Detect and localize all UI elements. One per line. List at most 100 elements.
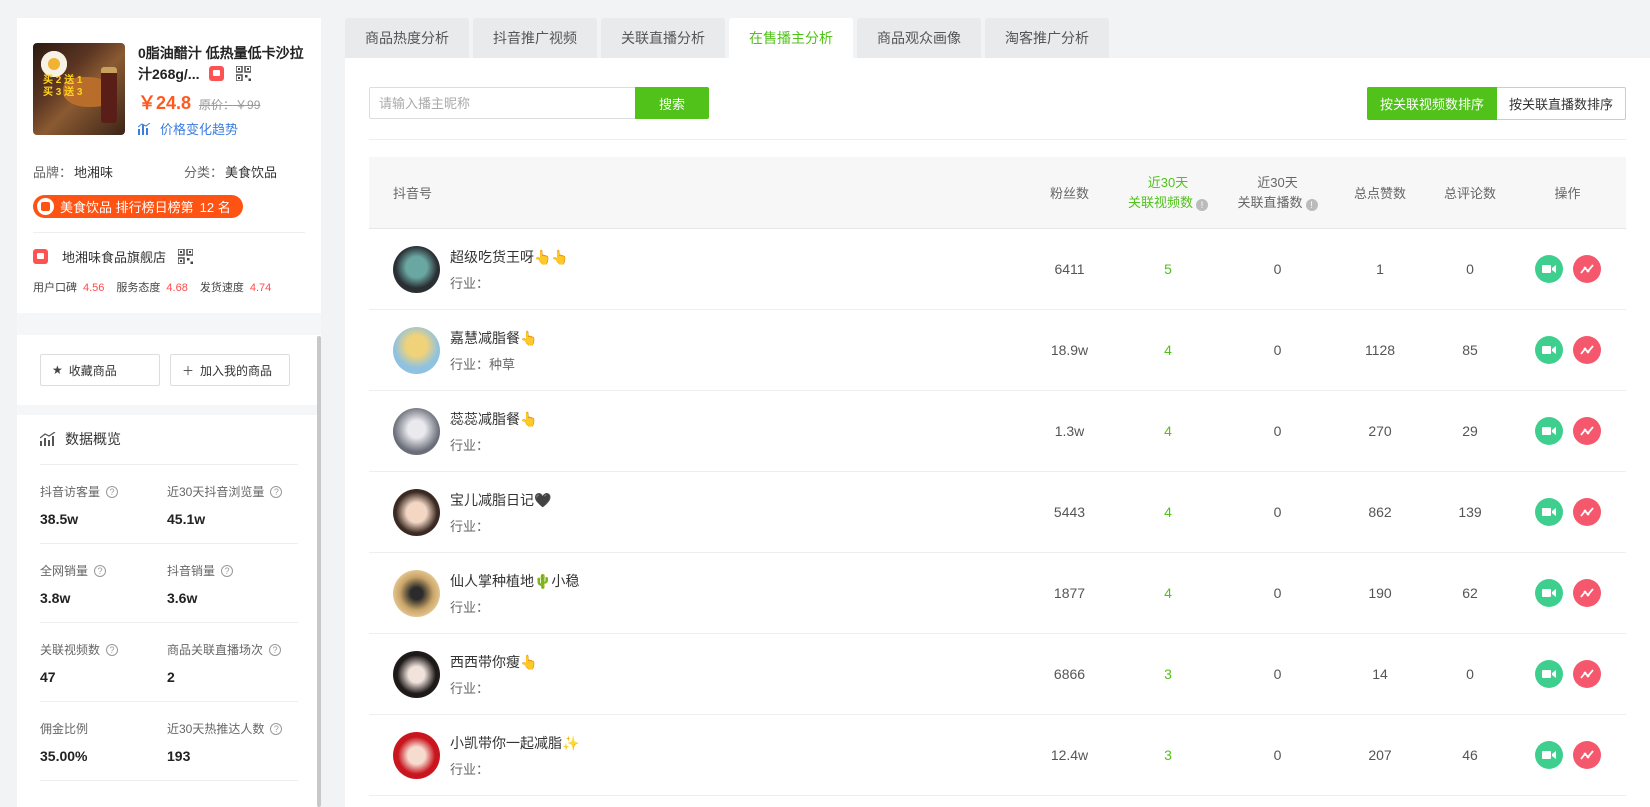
streamer-name[interactable]: 宝儿减脂日记🖤 xyxy=(450,490,551,510)
streamer-name[interactable]: 西西带你瘦👆 xyxy=(450,652,537,672)
trend-button[interactable] xyxy=(1572,336,1601,364)
thumbnail-promo: 买 2 送 1 买 3 送 3 xyxy=(43,75,83,98)
video-button[interactable] xyxy=(1534,498,1563,526)
video-icon xyxy=(1541,508,1556,516)
trend-line-icon xyxy=(1579,345,1594,355)
add-product-button[interactable]: ＋加入我的商品 xyxy=(170,354,290,386)
trend-button[interactable] xyxy=(1572,498,1601,526)
trend-line-icon xyxy=(1579,264,1594,274)
streamer-search-input[interactable] xyxy=(369,87,635,119)
video-icon xyxy=(1541,346,1556,354)
product-price: ￥24.8 xyxy=(138,93,192,113)
analysis-tabs: 商品热度分析 抖音推广视频 关联直播分析 在售播主分析 商品观众画像 淘客推广分… xyxy=(345,18,1113,58)
bag-icon xyxy=(37,198,54,215)
video-button[interactable] xyxy=(1534,336,1563,364)
trend-button[interactable] xyxy=(1572,741,1601,769)
category-value: 美食饮品 xyxy=(225,165,278,180)
streamer-name[interactable]: 仙人掌种植地🌵小稳 xyxy=(450,571,579,591)
table-row: 西西带你瘦👆 行业： 6866 3 0 14 0 xyxy=(369,634,1626,715)
help-icon[interactable]: ? xyxy=(106,485,119,498)
product-title[interactable]: 0脂油醋汁 低热量低卡沙拉汁268g/... xyxy=(138,43,308,85)
streamer-name[interactable]: 超级吃货王呀👆👆 xyxy=(450,247,569,267)
trend-line-icon xyxy=(1579,669,1594,679)
favorite-button[interactable]: ★ 收藏商品 xyxy=(40,354,160,386)
product-card: 买 2 送 1 买 3 送 3 0脂油醋汁 低热量低卡沙拉汁268g/... ￥… xyxy=(17,18,321,138)
search-bar: 搜索 xyxy=(369,87,709,119)
avatar[interactable] xyxy=(393,650,440,698)
trend-line-icon xyxy=(1579,750,1594,760)
video-button[interactable] xyxy=(1534,660,1563,688)
trend-line-icon xyxy=(1579,507,1594,517)
help-icon[interactable]: ? xyxy=(270,722,283,735)
help-icon[interactable]: ? xyxy=(221,564,234,577)
avatar[interactable] xyxy=(393,326,440,374)
table-row: 蕊蕊减脂餐👆 行业： 1.3w 4 0 270 29 xyxy=(369,391,1626,472)
tab-promo-videos[interactable]: 抖音推广视频 xyxy=(473,18,597,58)
overview-title: 数据概览 xyxy=(17,415,321,449)
video-button[interactable] xyxy=(1534,255,1563,283)
avatar[interactable] xyxy=(393,731,440,779)
video-button[interactable] xyxy=(1534,417,1563,445)
video-icon xyxy=(1541,427,1556,435)
help-icon[interactable]: ? xyxy=(269,643,282,656)
streamer-name[interactable]: 小凯带你一起减脂✨ xyxy=(450,733,579,753)
streamer-analysis-panel: 搜索 按关联视频数排序 按关联直播数排序 抖音号 粉丝数 近30天关联视频数! … xyxy=(345,58,1650,807)
trend-button[interactable] xyxy=(1572,417,1601,445)
info-icon[interactable]: ! xyxy=(1196,198,1208,211)
shop-name: 地湘味食品旗舰店 xyxy=(62,250,167,265)
table-header: 抖音号 粉丝数 近30天 关联视频数! 近30天 关联直播数! 总点赞数 总评论数 … xyxy=(369,157,1626,229)
table-row: 宝儿减脂日记🖤 行业： 5443 4 0 862 139 xyxy=(369,472,1626,553)
table-row: 仙人掌种植地🌵小稳 行业： 1877 4 0 190 62 xyxy=(369,553,1626,634)
avatar[interactable] xyxy=(393,569,440,617)
star-icon: ★ xyxy=(52,363,63,377)
trend-button[interactable] xyxy=(1572,255,1601,283)
qrcode-icon[interactable] xyxy=(236,66,252,81)
sort-by-live-button[interactable]: 按关联直播数排序 xyxy=(1496,87,1626,120)
trend-line-icon xyxy=(1579,426,1594,436)
product-panel: 买 2 送 1 买 3 送 3 0脂油醋汁 低热量低卡沙拉汁268g/... ￥… xyxy=(17,18,321,807)
plus-icon: ＋ xyxy=(182,363,195,378)
header-lives[interactable]: 近30天 关联直播数! xyxy=(1226,173,1329,213)
video-icon xyxy=(1541,751,1556,759)
sort-by-video-button[interactable]: 按关联视频数排序 xyxy=(1366,87,1497,120)
trend-line-icon xyxy=(1579,588,1594,598)
streamer-name[interactable]: 蕊蕊减脂餐👆 xyxy=(450,409,537,429)
tab-streamer-analysis[interactable]: 在售播主分析 xyxy=(729,18,853,58)
header-videos[interactable]: 近30天 关联视频数! xyxy=(1110,173,1226,213)
stats-icon xyxy=(40,432,56,446)
tab-heat-analysis[interactable]: 商品热度分析 xyxy=(345,18,469,58)
video-icon xyxy=(1541,589,1556,597)
table-row: 小凯带你一起减脂✨ 行业： 12.4w 3 0 207 46 xyxy=(369,715,1626,796)
video-icon xyxy=(1541,670,1556,678)
original-price: 原价：￥99 xyxy=(199,98,261,112)
panel-scrollbar[interactable] xyxy=(317,336,321,807)
shop-icon xyxy=(33,249,48,264)
shop-scores: 用户口碑 4.56 服务态度 4.68 发货速度 4.74 xyxy=(33,282,272,294)
price-trend-link[interactable]: 价格变化趋势 xyxy=(138,119,308,138)
overview-stats: 抖音访客量? 38.5w 近30天抖音浏览量? 45.1w 全网销量? 3.8w 抖音… xyxy=(17,465,321,781)
help-icon[interactable]: ? xyxy=(94,564,107,577)
streamer-name[interactable]: 嘉慧减脂餐👆 xyxy=(450,328,537,348)
tab-audience-profile[interactable]: 商品观众画像 xyxy=(857,18,981,58)
qrcode-icon[interactable] xyxy=(178,249,194,264)
help-icon[interactable]: ? xyxy=(106,643,119,656)
shop-name-row[interactable]: 地湘味食品旗舰店 xyxy=(17,233,321,266)
avatar[interactable] xyxy=(393,245,440,293)
video-button[interactable] xyxy=(1534,741,1563,769)
trend-button[interactable] xyxy=(1572,660,1601,688)
product-meta: 品牌： 地湘味 分类： 美食饮品 xyxy=(33,165,278,180)
help-icon[interactable]: ? xyxy=(270,485,283,498)
brand-value: 地湘味 xyxy=(74,165,114,180)
shop-icon[interactable] xyxy=(209,66,225,81)
avatar[interactable] xyxy=(393,407,440,455)
tab-live-analysis[interactable]: 关联直播分析 xyxy=(601,18,725,58)
video-button[interactable] xyxy=(1534,579,1563,607)
search-button[interactable]: 搜索 xyxy=(635,87,709,119)
info-icon[interactable]: ! xyxy=(1305,198,1318,211)
sort-toggle: 按关联视频数排序 按关联直播数排序 xyxy=(1366,87,1626,120)
avatar[interactable] xyxy=(393,488,440,536)
rank-badge[interactable]: 美食饮品 排行榜日榜第 12 名 xyxy=(33,195,243,218)
product-thumbnail[interactable]: 买 2 送 1 买 3 送 3 xyxy=(33,43,125,135)
tab-taoke-analysis[interactable]: 淘客推广分析 xyxy=(985,18,1109,58)
trend-button[interactable] xyxy=(1572,579,1601,607)
